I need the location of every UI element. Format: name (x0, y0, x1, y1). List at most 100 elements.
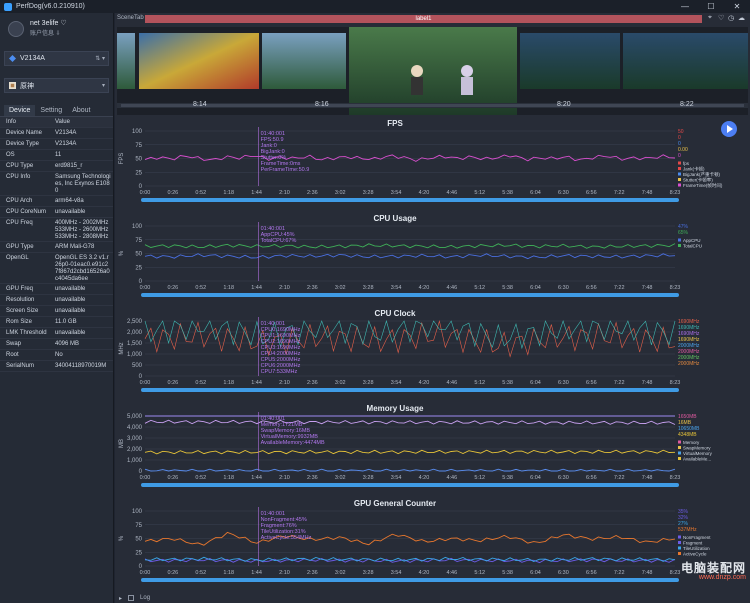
watermark: 电脑装配网 www.dnzp.com (681, 562, 746, 583)
x-tick-label: 3:02 (335, 285, 346, 291)
x-tick-label: 3:54 (391, 570, 402, 576)
timeline-scrollbar[interactable] (141, 578, 679, 582)
tooltip-line: PerFrameTime:50.9 (261, 167, 310, 173)
legend-label[interactable]: Memory (683, 440, 700, 445)
user-panel[interactable]: net 3elife ♡ 账户信息 ⇩ (0, 13, 113, 45)
legend-label[interactable]: SwapMemory (683, 446, 711, 451)
x-tick-label: 6:30 (558, 380, 569, 386)
info-key: SerialNum (6, 363, 35, 369)
account-info-link[interactable]: 账户信息 ⇩ (30, 29, 67, 39)
tab-about[interactable]: About (67, 105, 95, 116)
legend-label[interactable]: AvailableMe... (683, 457, 711, 462)
thumbnail-time: 8:22 (680, 101, 694, 108)
x-tick-label: 4:46 (446, 285, 457, 291)
info-key: Device Type (6, 141, 39, 147)
x-tick-label: 7:22 (614, 285, 625, 291)
x-tick-label: 5:38 (502, 475, 513, 481)
scene-tools: ⌖ ♡ ◷ ☁ (708, 14, 746, 22)
x-tick-label: 2:10 (279, 190, 290, 196)
y-tick-label: 500 (132, 363, 143, 369)
legend-label[interactable]: TotalCPU (683, 244, 702, 249)
legend-swatch (678, 440, 681, 444)
y-tick-label: 75 (135, 143, 142, 149)
info-value: 11.0 GB (55, 319, 77, 325)
bottom-bar: ▸ Log (115, 593, 750, 603)
x-tick-label: 3:28 (363, 190, 374, 196)
info-value: unavailable (55, 297, 86, 303)
x-tick-label: 3:54 (391, 475, 402, 481)
chevron-down-icon: ▾ (101, 83, 105, 89)
table-row: OpenGL OpenGL ES 3.2 v1.r26p0-01eac0.e91c… (0, 253, 113, 284)
legend-label[interactable]: TileUtilization (683, 546, 710, 551)
table-row: Device Name V2134A (0, 128, 113, 139)
x-tick-label: 1:18 (223, 380, 234, 386)
legend-label[interactable]: fps (683, 161, 690, 166)
legend-label[interactable]: AppCPU (683, 238, 701, 243)
log-checkbox[interactable] (128, 595, 135, 601)
legend-label[interactable]: VirtualMemory (683, 451, 713, 456)
timeline-scrollbar[interactable] (141, 293, 679, 297)
legend-label[interactable]: FrameTime(帧时间) (683, 182, 723, 189)
legend-swatch (678, 457, 681, 460)
x-tick-label: 6:30 (558, 190, 569, 196)
x-tick-label: 6:56 (586, 190, 597, 196)
x-tick-label: 8:23 (670, 190, 681, 196)
x-tick-label: 2:10 (279, 475, 290, 481)
screenshot-strip[interactable]: 8:14 8:16 8:20 8:22 (117, 27, 748, 115)
table-row: LMK Threshold unavailable (0, 328, 113, 339)
legend-swatch (678, 172, 681, 176)
x-tick-label: 2:10 (279, 285, 290, 291)
info-value: 4096 MB (55, 341, 80, 347)
info-key: Root (6, 352, 19, 358)
clock-icon[interactable]: ◷ (728, 14, 736, 22)
x-tick-label: 2:36 (307, 190, 318, 196)
info-key: Device Name (6, 130, 43, 136)
legend-swatch (678, 183, 681, 187)
x-tick-label: 2:10 (279, 570, 290, 576)
timeline-scrollbar[interactable] (141, 198, 679, 202)
x-tick-label: 4:20 (419, 475, 430, 481)
y-tick-label: 1,500 (127, 341, 143, 347)
x-tick-label: 3:28 (363, 380, 374, 386)
app-selector[interactable]: 原神 ▾ (4, 78, 109, 93)
x-tick-label: 1:18 (223, 475, 234, 481)
legend-label[interactable]: ActiveCycle (683, 552, 707, 557)
x-tick-label: 2:10 (279, 380, 290, 386)
device-selector[interactable]: V2134A ⇅ ▾ (4, 51, 109, 66)
tab-device[interactable]: Device (4, 105, 36, 116)
legend-label[interactable]: NonFragment (683, 535, 711, 540)
y-tick-label: 5,000 (127, 414, 143, 420)
legend-value: 65% (678, 230, 689, 236)
info-key: Swap (6, 341, 22, 347)
tab-setting[interactable]: Setting (35, 105, 67, 116)
x-tick-label: 1:18 (223, 570, 234, 576)
legend-swatch (678, 244, 681, 247)
legend-swatch (678, 178, 681, 181)
timeline-scrollbar[interactable] (141, 388, 679, 392)
minimize-icon[interactable]: — (672, 0, 698, 13)
table-row: Swap 4096 MB (0, 339, 113, 350)
heart-icon[interactable]: ♡ (718, 14, 726, 22)
chevron-down-icon: ⇅ ▾ (95, 56, 105, 62)
legend-value: 2000MHz (678, 361, 700, 367)
y-axis-label: FPS (119, 153, 125, 165)
maximize-icon[interactable]: ☐ (698, 0, 724, 13)
legend-label[interactable]: Fragment (683, 541, 703, 546)
cloud-icon[interactable]: ☁ (738, 14, 746, 22)
legend-swatch (678, 546, 681, 550)
x-tick-label: 8:23 (670, 380, 681, 386)
series-line (144, 154, 676, 162)
table-row: Root No (0, 350, 113, 361)
collapse-icon[interactable]: ▸ (119, 595, 122, 602)
close-icon[interactable]: ✕ (724, 0, 750, 13)
title-bar: PerfDog(v6.0.210910) — ☐ ✕ (0, 0, 750, 13)
info-key: Screen Size (6, 308, 39, 314)
timeline-scrollbar[interactable] (141, 483, 679, 487)
series-line (144, 253, 676, 260)
info-value: arm64-v8a (55, 198, 84, 204)
x-tick-label: 0:52 (195, 475, 206, 481)
location-icon[interactable]: ⌖ (708, 14, 716, 22)
scene-label-bar[interactable]: label1 (145, 15, 702, 23)
x-tick-label: 7:22 (614, 380, 625, 386)
y-tick-label: 4,000 (127, 425, 143, 431)
